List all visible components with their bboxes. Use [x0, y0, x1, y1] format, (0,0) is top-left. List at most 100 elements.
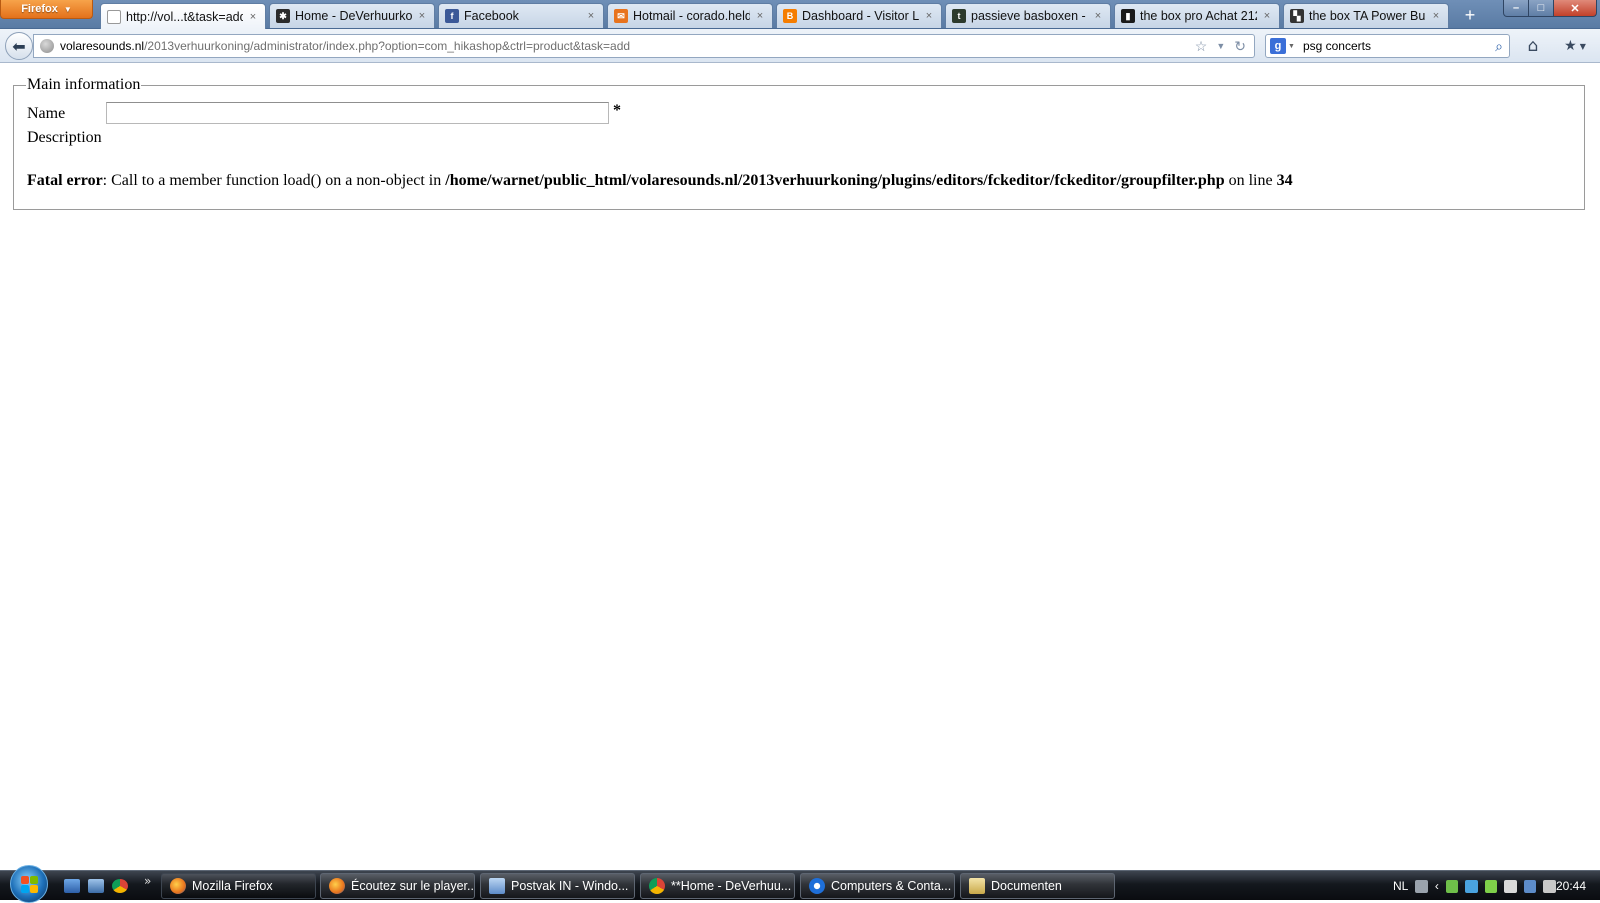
url-path: /2013verhuurkoning/administrator/index.p…	[144, 39, 631, 53]
tab-hotmail[interactable]: ✉ Hotmail - corado.held... ×	[607, 3, 773, 28]
volume-icon[interactable]	[1543, 879, 1556, 893]
windows-logo-yellow	[29, 884, 38, 893]
mail-icon	[489, 878, 505, 894]
taskbar-button-computers-contacts[interactable]: Computers & Conta...	[800, 873, 955, 899]
facebook-icon: f	[445, 9, 459, 23]
blank-page-icon	[107, 9, 121, 24]
navigation-bar: ⬅ volaresounds.nl /2013verhuurkoning/adm…	[0, 29, 1600, 63]
tab-facebook[interactable]: f Facebook ×	[438, 3, 604, 28]
search-engine-dropdown-icon[interactable]: ▼	[1288, 43, 1295, 50]
new-tab-button[interactable]: +	[1459, 4, 1481, 26]
name-input[interactable]	[106, 102, 609, 124]
home-icon: ⌂	[1527, 36, 1539, 56]
tab-home-deverhuurkoning[interactable]: ✱ Home - DeVerhuurko... ×	[269, 3, 435, 28]
switch-windows-icon[interactable]	[88, 879, 104, 893]
chrome-quicklaunch-icon[interactable]	[112, 879, 128, 893]
tray-app-icon[interactable]	[1445, 879, 1459, 893]
network-icon[interactable]	[1523, 879, 1537, 893]
tab-label: the box pro Achat 212...	[1140, 9, 1257, 23]
teamviewer-icon	[809, 878, 825, 894]
taskbar-button-label: **Home - DeVerhuu...	[671, 879, 792, 893]
tab-the-box-pro[interactable]: ▮ the box pro Achat 212... ×	[1114, 3, 1280, 28]
dropbox-icon[interactable]	[1465, 879, 1478, 893]
url-history-dropdown-icon[interactable]: ▼	[1216, 41, 1225, 51]
tab-product-add[interactable]: http://vol...t&task=add ×	[100, 3, 266, 29]
close-tab-icon[interactable]: ×	[1430, 10, 1442, 22]
page-content: Main information Name * Description Fata…	[0, 64, 1600, 870]
clock[interactable]: 20:44	[1556, 879, 1586, 893]
taskbar-button-documenten[interactable]: Documenten	[960, 873, 1115, 899]
tab-the-box-ta-power[interactable]: ▚ the box TA Power Bun... ×	[1283, 3, 1449, 28]
home-button[interactable]: ⌂	[1522, 36, 1544, 56]
tab-label: http://vol...t&task=add	[126, 9, 243, 24]
error-prefix: Fatal error	[27, 172, 103, 189]
error-line-number: 34	[1276, 172, 1293, 189]
taskbar-button-ecoutez[interactable]: Écoutez sur le player...	[320, 873, 475, 899]
thomann-icon: ▚	[1290, 9, 1304, 23]
back-arrow-icon: ⬅	[12, 36, 26, 56]
tab-label: Home - DeVerhuurko...	[295, 9, 412, 23]
search-input[interactable]: psg concerts	[1303, 39, 1495, 53]
taskbar-button-mozilla-firefox[interactable]: Mozilla Firefox	[161, 873, 316, 899]
tab-label: Facebook	[464, 9, 519, 23]
taskbar-button-label: Mozilla Firefox	[192, 879, 273, 893]
chevron-down-icon: ▼	[1579, 41, 1586, 51]
start-button[interactable]	[10, 865, 48, 903]
back-button[interactable]: ⬅	[5, 32, 33, 60]
taskbar-button-postvak-in[interactable]: Postvak IN - Windo...	[480, 873, 635, 899]
tab-label: passieve basboxen - T...	[971, 9, 1088, 23]
chrome-icon	[649, 878, 665, 894]
firefox-menu-label: Firefox	[21, 3, 58, 15]
taskbar-button-label: Computers & Conta...	[831, 879, 952, 893]
bookmark-star-icon[interactable]: ☆	[1195, 38, 1208, 55]
error-line-text: on line	[1224, 172, 1277, 189]
maximize-button[interactable]: □	[1528, 0, 1554, 17]
flag-icon[interactable]	[1504, 879, 1517, 893]
dropdown-caret-icon: ▼	[63, 4, 72, 14]
joomla-icon: ✱	[276, 9, 290, 23]
google-engine-icon[interactable]: g	[1270, 38, 1286, 54]
taskbar: » Mozilla Firefox Écoutez sur le player.…	[0, 865, 1600, 903]
quick-launch-overflow-icon[interactable]: »	[144, 874, 151, 888]
tab-passieve-basboxen[interactable]: t passieve basboxen - T... ×	[945, 3, 1111, 28]
taskbar-button-label: Écoutez sur le player...	[351, 879, 475, 893]
security-check-icon[interactable]	[1484, 879, 1498, 893]
close-tab-icon[interactable]: ×	[416, 10, 428, 22]
tab-strip: Firefox ▼ http://vol...t&task=add × ✱ Ho…	[0, 0, 1600, 29]
folder-icon	[969, 878, 985, 894]
search-icon[interactable]: ⌕	[1495, 38, 1509, 55]
taskbar-button-label: Documenten	[991, 879, 1062, 893]
show-hidden-icons-chevron-icon[interactable]: ‹	[1435, 879, 1439, 893]
speaker-icon: ▮	[1121, 9, 1135, 23]
close-tab-icon[interactable]: ×	[923, 10, 935, 22]
reload-icon[interactable]: ↻	[1234, 38, 1246, 55]
tab-label: Dashboard - Visitor Li...	[802, 9, 919, 23]
close-tab-icon[interactable]: ×	[1261, 10, 1273, 22]
language-indicator[interactable]: NL	[1393, 879, 1408, 893]
close-tab-icon[interactable]: ×	[754, 10, 766, 22]
keyboard-icon[interactable]	[1415, 879, 1428, 893]
address-bar[interactable]: volaresounds.nl /2013verhuurkoning/admin…	[33, 34, 1255, 58]
windows-logo-green	[29, 875, 38, 884]
site-identity-icon[interactable]	[40, 39, 54, 53]
system-tray: NL ‹ 20:44	[1385, 871, 1600, 901]
search-bar[interactable]: g ▼ psg concerts ⌕	[1265, 34, 1510, 58]
close-tab-icon[interactable]: ×	[247, 11, 259, 23]
close-window-button[interactable]: ✕	[1553, 0, 1597, 17]
firefox-menu-button[interactable]: Firefox ▼	[0, 0, 93, 19]
bookmarks-menu-button[interactable]: ★ ▼	[1558, 36, 1592, 56]
fatal-error-message: Fatal error: Call to a member function l…	[27, 172, 1293, 190]
firefox-icon	[170, 878, 186, 894]
close-tab-icon[interactable]: ×	[1092, 10, 1104, 22]
close-tab-icon[interactable]: ×	[585, 10, 597, 22]
error-file-path: /home/warnet/public_html/volaresounds.nl…	[445, 172, 1225, 189]
windows-logo-blue	[20, 884, 29, 893]
windows-logo-red	[20, 875, 29, 884]
minimize-button[interactable]: –	[1503, 0, 1529, 17]
tab-dashboard-visitor[interactable]: B Dashboard - Visitor Li... ×	[776, 3, 942, 28]
blogger-icon: B	[783, 9, 797, 23]
fieldset-legend: Main information	[27, 76, 141, 93]
show-desktop-icon[interactable]	[64, 879, 80, 893]
description-label: Description	[27, 129, 102, 146]
taskbar-button-home-deverhuurkoning[interactable]: **Home - DeVerhuu...	[640, 873, 795, 899]
